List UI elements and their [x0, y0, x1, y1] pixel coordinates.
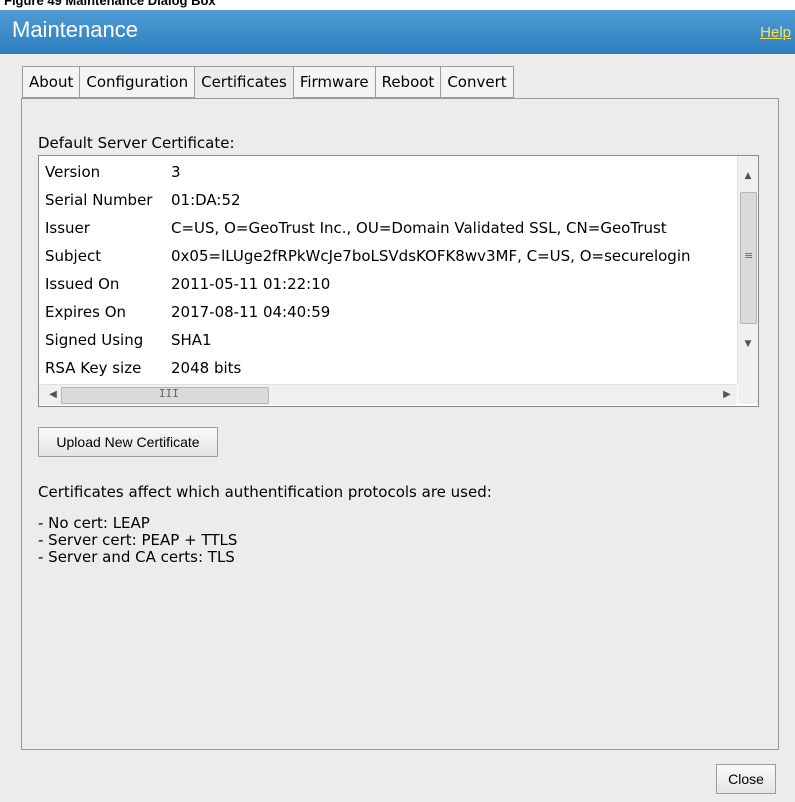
section-label: Default Server Certificate:	[38, 134, 235, 152]
cert-field-value: C=US, O=GeoTrust Inc., OU=Domain Validat…	[171, 219, 667, 237]
cert-field-value: 2011-05-11 01:22:10	[171, 275, 331, 293]
cert-field-key: Serial Number	[45, 191, 153, 209]
protocols-heading: Certificates affect which authentificati…	[38, 483, 492, 501]
close-button[interactable]: Close	[716, 764, 776, 794]
cert-field-key: Version	[45, 163, 101, 181]
grip-icon: III	[159, 387, 179, 400]
scroll-down-icon[interactable]: ▼	[738, 334, 758, 354]
vertical-scroll-thumb[interactable]: ≡	[740, 192, 757, 324]
dialog-titlebar: Maintenance Help	[0, 10, 795, 54]
figure-caption: Figure 49 Maintenance Dialog Box	[4, 0, 216, 8]
certificate-details-box[interactable]: Version 3 Serial Number 01:DA:52 Issuer …	[38, 155, 759, 407]
scroll-up-icon[interactable]: ▲	[738, 166, 758, 186]
protocols-list: - No cert: LEAP - Server cert: PEAP + TT…	[38, 515, 237, 566]
scrollbar-corner	[738, 384, 758, 404]
cert-field-key: Expires On	[45, 303, 127, 321]
horizontal-scrollbar[interactable]: ◀ III ▶	[39, 384, 737, 405]
tab-bar: About Configuration Certificates Firmwar…	[22, 66, 514, 99]
cert-field-key: Issued On	[45, 275, 120, 293]
scroll-left-icon[interactable]: ◀	[43, 385, 63, 405]
scroll-right-icon[interactable]: ▶	[717, 385, 737, 405]
list-item: - No cert: LEAP	[38, 514, 150, 532]
horizontal-scroll-thumb[interactable]: III	[61, 387, 269, 404]
tab-configuration[interactable]: Configuration	[79, 66, 195, 98]
vertical-scrollbar[interactable]: ▲ ≡ ▼	[737, 156, 758, 384]
certificate-content: Version 3 Serial Number 01:DA:52 Issuer …	[39, 156, 737, 384]
cert-field-value: 2017-08-11 04:40:59	[171, 303, 331, 321]
cert-field-key: Issuer	[45, 219, 90, 237]
list-item: - Server cert: PEAP + TTLS	[38, 531, 238, 549]
grip-icon: ≡	[744, 249, 754, 262]
dialog-title: Maintenance	[12, 17, 138, 42]
cert-field-key: RSA Key size	[45, 359, 142, 377]
cert-field-value: SHA1	[171, 331, 212, 349]
cert-field-key: Subject	[45, 247, 102, 265]
tab-about[interactable]: About	[22, 66, 80, 98]
list-item: - Server and CA certs: TLS	[38, 548, 235, 566]
upload-certificate-button[interactable]: Upload New Certificate	[38, 427, 218, 457]
tab-convert[interactable]: Convert	[440, 66, 514, 98]
cert-field-key: Signed Using	[45, 331, 144, 349]
tab-reboot[interactable]: Reboot	[374, 66, 441, 98]
caption-strip: Figure 49 Maintenance Dialog Box	[0, 0, 795, 10]
certificates-panel: Default Server Certificate: Version 3 Se…	[21, 98, 779, 750]
cert-field-value: 01:DA:52	[171, 191, 241, 209]
tab-firmware[interactable]: Firmware	[292, 66, 375, 98]
cert-field-value: 0x05=lLUge2fRPkWcJe7boLSVdsKOFK8wv3MF, C…	[171, 247, 691, 265]
tab-certificates[interactable]: Certificates	[194, 66, 293, 99]
help-link[interactable]: Help	[760, 24, 791, 41]
cert-field-value: 3	[171, 163, 181, 181]
cert-field-value: 2048 bits	[171, 359, 242, 377]
